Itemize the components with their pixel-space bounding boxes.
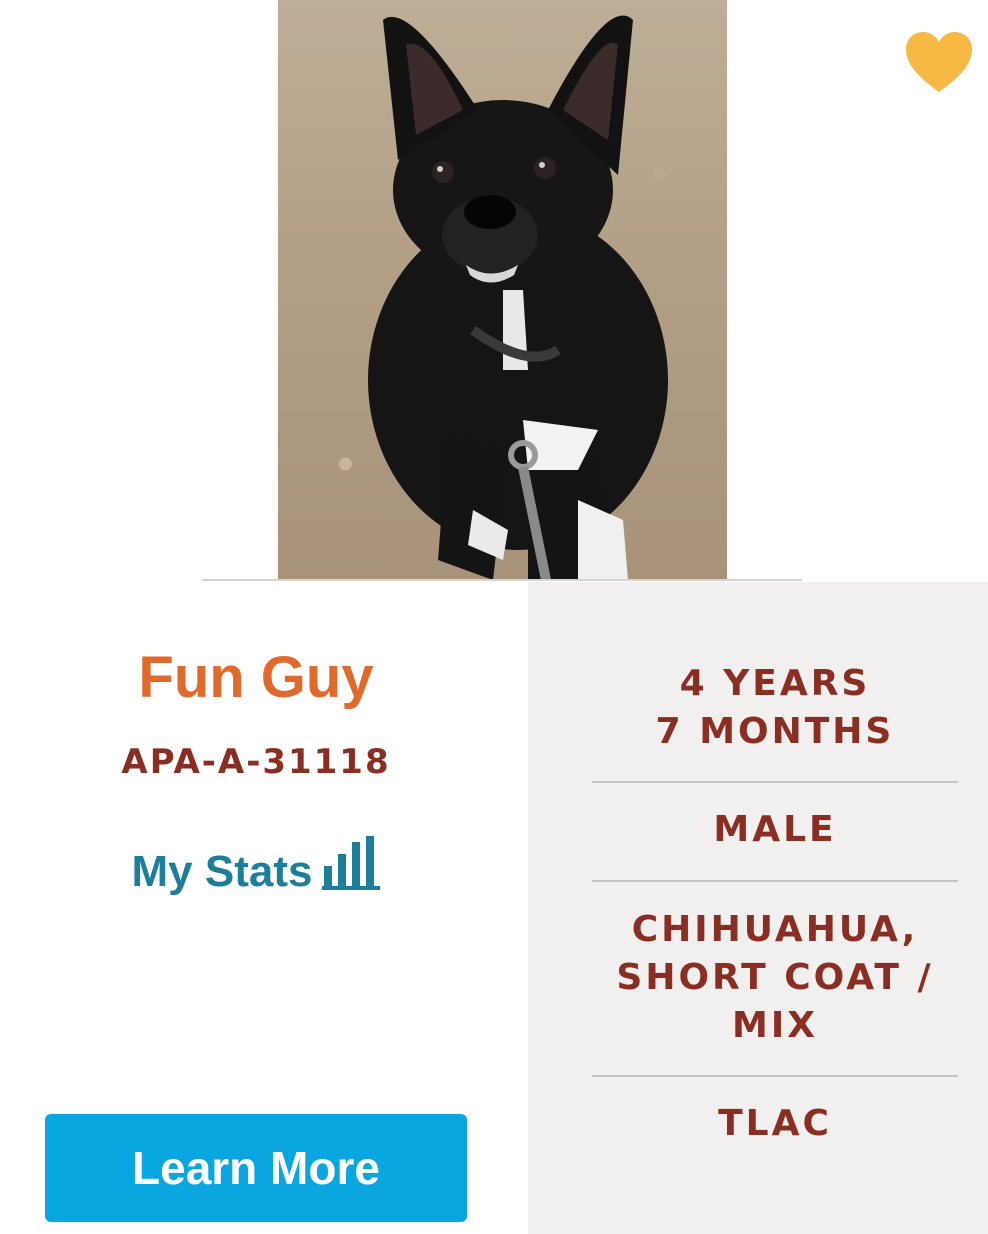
- pet-name: Fun Guy: [138, 645, 374, 710]
- learn-more-button[interactable]: Learn More: [45, 1114, 467, 1222]
- pet-id: APA-A-31118: [121, 742, 391, 782]
- photo-divider: [202, 579, 802, 581]
- photo-area: [0, 0, 988, 582]
- sex-value: MALE: [713, 809, 837, 850]
- breed-line-2: SHORT COAT /: [616, 957, 934, 998]
- pet-attributes-panel: 4 YEARS 7 MONTHS MALE CHIHUAHUA, SHORT C…: [528, 582, 988, 1234]
- attribute-divider: [592, 1075, 958, 1077]
- bar-chart-icon: [322, 836, 381, 890]
- age-value: 4 YEARS 7 MONTHS: [592, 660, 958, 756]
- my-stats-link[interactable]: My Stats: [0, 836, 512, 897]
- age-months: 7 MONTHS: [655, 711, 895, 752]
- dog-illustration: [368, 15, 668, 580]
- breed-line-3: MIX: [732, 1005, 818, 1046]
- attribute-divider: [592, 880, 958, 882]
- pet-photo: [278, 0, 727, 580]
- pet-info-panel: Fun Guy APA-A-31118 My Stats Learn More: [0, 582, 528, 1234]
- breed-value: CHIHUAHUA, SHORT COAT / MIX: [592, 906, 958, 1050]
- breed-line-1: CHIHUAHUA,: [631, 909, 919, 950]
- my-stats-label: My Stats: [131, 847, 313, 896]
- location-value: TLAC: [718, 1103, 832, 1144]
- age-years: 4 YEARS: [679, 663, 871, 704]
- attribute-divider: [592, 781, 958, 783]
- favorite-heart-icon[interactable]: [904, 30, 974, 96]
